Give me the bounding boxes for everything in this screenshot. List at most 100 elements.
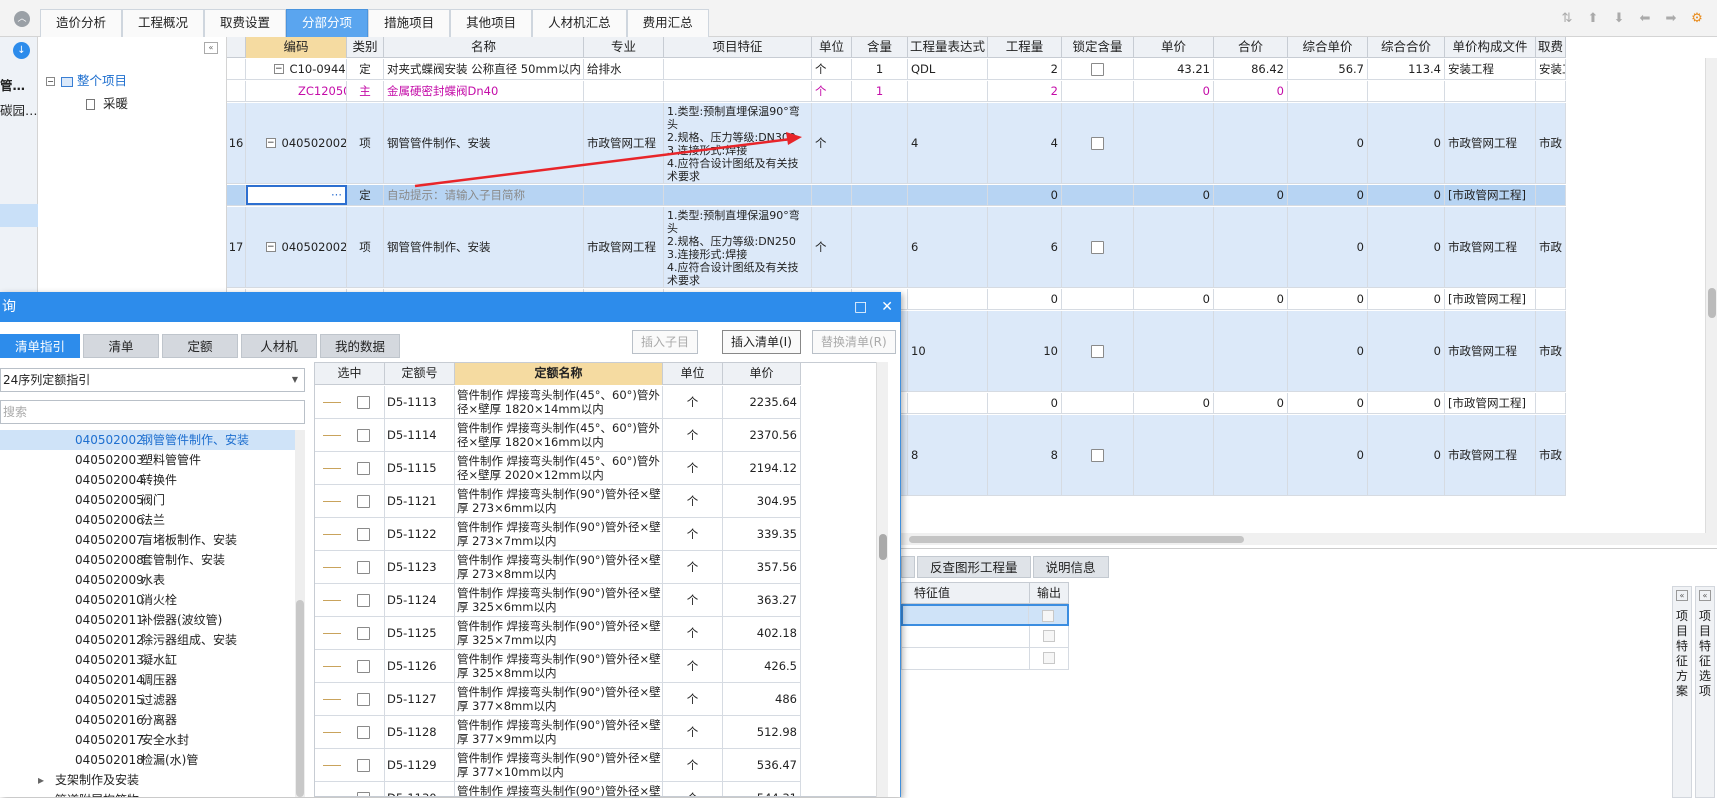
feature-plan-button[interactable]: « 项目特征方案 <box>1672 586 1692 798</box>
output-checkbox[interactable] <box>1042 610 1054 622</box>
tab-7[interactable]: 费用汇总 <box>626 9 709 37</box>
feature-option-button[interactable]: « 项目特征选项 <box>1695 586 1715 798</box>
quota-row[interactable]: D5-1125 管件制作 焊接弯头制作(90°)管外径×壁厚 325×7mm以内个… <box>315 617 801 650</box>
quota-checkbox[interactable] <box>357 758 370 772</box>
quota-checkbox[interactable] <box>357 791 370 796</box>
move-right-icon[interactable]: ➡ <box>1663 11 1679 26</box>
quota-select-cell[interactable] <box>315 419 385 451</box>
feature-row[interactable] <box>901 648 1069 670</box>
quota-row[interactable]: D5-1127 管件制作 焊接弯头制作(90°)管外径×壁厚 377×8mm以内个… <box>315 683 801 716</box>
quota-select-cell[interactable] <box>315 617 385 649</box>
list-item[interactable]: 040502010 消火栓 <box>0 590 295 610</box>
quota-checkbox[interactable] <box>357 560 370 574</box>
quota-select-cell[interactable] <box>315 386 385 418</box>
list-item[interactable]: 040502002 钢管管件制作、安装 <box>0 430 295 450</box>
nav-label-1[interactable]: 管… <box>0 75 25 94</box>
insert-list-button[interactable]: 插入清单(I) <box>722 330 801 354</box>
list-item[interactable]: 040502013 凝水缸 <box>0 650 295 670</box>
collapse-left-icon[interactable]: « <box>204 42 218 54</box>
quota-checkbox[interactable] <box>357 461 370 475</box>
quota-checkbox[interactable] <box>357 527 370 541</box>
list-item[interactable]: 040502006 法兰 <box>0 510 295 530</box>
search-input[interactable]: 搜索 <box>0 400 305 424</box>
list-group[interactable]: ▸ 管道附属构筑物 <box>0 790 295 797</box>
quota-checkbox[interactable] <box>357 626 370 640</box>
move-down-icon[interactable]: ⬇ <box>1611 11 1627 26</box>
dialog-tab-3[interactable]: 人材机 <box>241 334 318 358</box>
move-left-icon[interactable]: ⬅ <box>1637 11 1653 26</box>
dialog-tab-1[interactable]: 清单 <box>83 334 160 358</box>
quota-select-cell[interactable] <box>315 683 385 715</box>
quota-header-4[interactable]: 单价 <box>723 363 801 385</box>
quota-checkbox[interactable] <box>357 659 370 673</box>
list-item[interactable]: 040502015 过滤器 <box>0 690 295 710</box>
list-item[interactable]: 040502007 盲堵板制作、安装 <box>0 530 295 550</box>
insert-child-button[interactable]: 插入子目 <box>632 330 699 354</box>
sort-icon[interactable]: ⇅ <box>1559 11 1575 26</box>
list-item[interactable]: 040502011 补偿器(波纹管) <box>0 610 295 630</box>
quota-row[interactable]: D5-1126 管件制作 焊接弯头制作(90°)管外径×壁厚 325×8mm以内个… <box>315 650 801 683</box>
quota-grid-scrollbar[interactable] <box>876 362 888 797</box>
grid-vertical-scrollbar[interactable] <box>1705 58 1717 535</box>
list-item[interactable]: 040502014 调压器 <box>0 670 295 690</box>
tree-node-root[interactable]: − 整个项目 <box>46 70 127 89</box>
list-item[interactable]: 040502012 除污器组成、安装 <box>0 630 295 650</box>
scroll-thumb[interactable] <box>909 536 1244 543</box>
scroll-thumb[interactable] <box>879 534 887 560</box>
quota-checkbox[interactable] <box>357 395 370 409</box>
scroll-thumb[interactable] <box>296 600 304 797</box>
quota-row[interactable]: D5-1130管件制作 焊接弯头制作(90°)管外径×壁厚个544.31 <box>315 782 801 796</box>
tab-1[interactable]: 工程概况 <box>122 9 205 37</box>
quota-select-cell[interactable] <box>315 452 385 484</box>
tab-0[interactable]: 造价分析 <box>40 9 123 37</box>
nav-label-2[interactable]: 碳园… <box>0 100 38 119</box>
quota-row[interactable]: D5-1122 管件制作 焊接弯头制作(90°)管外径×壁厚 273×7mm以内个… <box>315 518 801 551</box>
list-item[interactable]: 040502005 阀门 <box>0 490 295 510</box>
tab-3[interactable]: 分部分项 <box>286 9 369 37</box>
quota-row[interactable]: D5-1114 管件制作 焊接弯头制作(45°、60°)管外径×壁厚 1820×1… <box>315 419 801 452</box>
list-item[interactable]: 040502009 水表 <box>0 570 295 590</box>
tab-6[interactable]: 人材机汇总 <box>532 9 627 37</box>
download-icon[interactable]: ↓ <box>13 42 30 59</box>
quota-checkbox[interactable] <box>357 692 370 706</box>
list-item[interactable]: 040502018 检漏(水)管 <box>0 750 295 770</box>
replace-list-button[interactable]: 替换清单(R) <box>812 330 896 354</box>
quota-select-cell[interactable] <box>315 518 385 550</box>
move-up-icon[interactable]: ⬆ <box>1585 11 1601 26</box>
feature-row[interactable] <box>901 604 1069 626</box>
dialog-tab-0[interactable]: 清单指引 <box>0 334 81 358</box>
quota-row[interactable]: D5-1129 管件制作 焊接弯头制作(90°)管外径×壁厚 377×10mm以内… <box>315 749 801 782</box>
quota-checkbox[interactable] <box>357 428 370 442</box>
quota-row[interactable]: D5-1121 管件制作 焊接弯头制作(90°)管外径×壁厚 273×6mm以内个… <box>315 485 801 518</box>
quota-checkbox[interactable] <box>357 494 370 508</box>
collapse-up-icon[interactable]: ︿ <box>14 11 30 27</box>
lower-tab-partial[interactable] <box>901 556 915 578</box>
quota-header-0[interactable]: 选中 <box>315 363 385 385</box>
maximize-icon[interactable]: □ <box>854 292 867 322</box>
dialog-tab-2[interactable]: 定额 <box>162 334 239 358</box>
tree-node-child[interactable]: 采暖 <box>86 93 128 112</box>
tab-5[interactable]: 其他项目 <box>450 9 533 37</box>
quota-select-cell[interactable] <box>315 782 385 796</box>
list-item[interactable]: 040502016 分离器 <box>0 710 295 730</box>
output-checkbox[interactable] <box>1043 652 1055 664</box>
tab-4[interactable]: 措施项目 <box>368 9 451 37</box>
expand-arrow-icon[interactable]: ▸ <box>38 770 44 790</box>
scroll-thumb[interactable] <box>1708 288 1716 318</box>
close-icon[interactable]: ✕ <box>881 292 893 322</box>
lower-tab-1[interactable]: 说明信息 <box>1032 556 1109 578</box>
settings-icon[interactable]: ⚙ <box>1689 11 1705 26</box>
quota-select-cell[interactable] <box>315 584 385 616</box>
quota-header-1[interactable]: 定额号 <box>385 363 455 385</box>
tab-2[interactable]: 取费设置 <box>204 9 287 37</box>
quota-select-cell[interactable] <box>315 749 385 781</box>
quota-checkbox[interactable] <box>357 593 370 607</box>
dialog-tab-4[interactable]: 我的数据 <box>320 334 401 358</box>
grid-horizontal-scrollbar[interactable] <box>901 533 1717 545</box>
list-item[interactable]: 040502004 转换件 <box>0 470 295 490</box>
quota-header-3[interactable]: 单位 <box>663 363 723 385</box>
quota-row[interactable]: D5-1128 管件制作 焊接弯头制作(90°)管外径×壁厚 377×9mm以内个… <box>315 716 801 749</box>
quota-row[interactable]: D5-1124 管件制作 焊接弯头制作(90°)管外径×壁厚 325×6mm以内个… <box>315 584 801 617</box>
quota-select-cell[interactable] <box>315 551 385 583</box>
feature-row[interactable] <box>901 626 1069 648</box>
